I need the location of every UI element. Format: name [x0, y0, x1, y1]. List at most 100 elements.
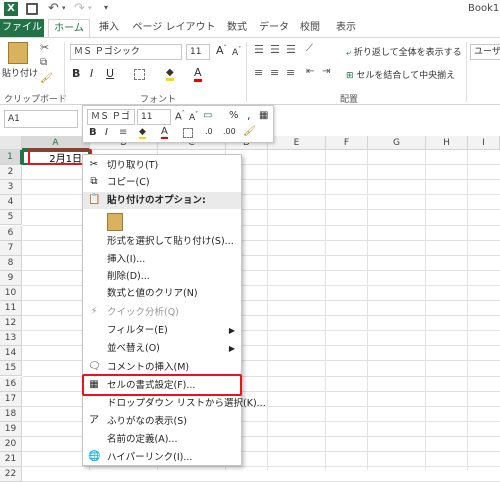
- menu-item-phonetic[interactable]: アふりがなの表示(S): [83, 413, 241, 430]
- tab-page-layout[interactable]: ページ レイアウト: [130, 19, 218, 37]
- row-header-13[interactable]: 13: [0, 331, 22, 347]
- name-box[interactable]: A1: [4, 110, 78, 128]
- row-header-12[interactable]: 12: [0, 316, 22, 332]
- align-top-icon[interactable]: ☰: [254, 43, 264, 56]
- tab-insert[interactable]: 挿入: [93, 19, 125, 37]
- mini-format-painter-icon[interactable]: 🖌: [243, 126, 256, 137]
- row-header-10[interactable]: 10: [0, 285, 22, 301]
- column-header-a[interactable]: A: [22, 136, 90, 150]
- underline-icon[interactable]: U: [106, 67, 114, 80]
- align-left-icon[interactable]: ≡: [254, 66, 263, 79]
- menu-item-cut[interactable]: ✂ 切り取り(T): [83, 157, 241, 174]
- column-header-g[interactable]: G: [368, 136, 426, 150]
- align-center-icon[interactable]: ≡: [270, 66, 279, 79]
- row-header-4[interactable]: 4: [0, 195, 22, 211]
- row-header-3[interactable]: 3: [0, 180, 22, 196]
- border-icon[interactable]: [134, 69, 145, 80]
- tab-data[interactable]: データ: [258, 19, 290, 37]
- row-header-16[interactable]: 16: [0, 376, 22, 392]
- save-icon[interactable]: [26, 3, 38, 15]
- customize-qat-icon[interactable]: ▾: [104, 3, 108, 12]
- menu-item-sort[interactable]: 並べ替え(O) ▶: [83, 340, 241, 357]
- cut-icon[interactable]: ✂: [40, 41, 49, 54]
- row-header-5[interactable]: 5: [0, 210, 22, 226]
- row-header-1[interactable]: 1: [0, 150, 22, 165]
- grow-font-icon[interactable]: A˄: [216, 44, 227, 57]
- row-header-20[interactable]: 20: [0, 436, 22, 452]
- row-header-18[interactable]: 18: [0, 406, 22, 422]
- row-header-7[interactable]: 7: [0, 240, 22, 256]
- column-header-f[interactable]: F: [326, 136, 368, 150]
- font-name-select[interactable]: ＭＳ Ｐゴシック: [70, 44, 182, 60]
- shrink-font-icon[interactable]: A˅: [232, 46, 241, 58]
- row-header-9[interactable]: 9: [0, 270, 22, 286]
- paste-option-clipboard-icon[interactable]: [107, 213, 123, 231]
- tab-home[interactable]: ホーム: [48, 19, 90, 37]
- mini-fill-color-icon[interactable]: ◆: [139, 127, 146, 139]
- mini-comma-icon[interactable]: ,: [247, 109, 251, 122]
- mini-font-name[interactable]: ＭＳ Ｐゴ: [87, 109, 135, 125]
- align-middle-icon[interactable]: ☰: [270, 43, 280, 56]
- mini-increase-decimal-icon[interactable]: .0: [205, 127, 213, 136]
- mini-italic-icon[interactable]: I: [105, 127, 108, 138]
- mini-grow-font-icon[interactable]: A˄: [175, 110, 185, 122]
- mini-number-format-icon[interactable]: ▭: [203, 110, 212, 121]
- paste-icon[interactable]: [8, 42, 28, 64]
- column-header-h[interactable]: H: [426, 136, 468, 150]
- redo-dropdown-icon[interactable]: ▾: [88, 4, 92, 12]
- mini-border-icon[interactable]: [183, 128, 193, 138]
- menu-item-clear[interactable]: 数式と値のクリア(N): [83, 285, 241, 302]
- mini-font-size[interactable]: 11: [137, 109, 171, 125]
- orientation-icon[interactable]: ⟋: [306, 43, 313, 54]
- undo-dropdown-icon[interactable]: ▾: [62, 4, 66, 12]
- copy-icon[interactable]: ⧉: [40, 57, 47, 68]
- number-format-select[interactable]: ユーザー定: [470, 44, 500, 60]
- menu-item-filter[interactable]: フィルター(E) ▶: [83, 322, 241, 339]
- menu-item-copy[interactable]: ⧉ コピー(C): [83, 174, 241, 191]
- wrap-text-button[interactable]: ⤶ 折り返して全体を表示する: [346, 45, 462, 58]
- select-all-corner[interactable]: [0, 136, 22, 150]
- row-header-22[interactable]: 22: [0, 467, 22, 482]
- format-painter-icon[interactable]: 🖌: [40, 73, 53, 84]
- row-header-14[interactable]: 14: [0, 346, 22, 362]
- tab-view[interactable]: 表示: [332, 19, 360, 37]
- tab-file[interactable]: ファイル: [0, 19, 44, 37]
- fill-color-icon[interactable]: ◆: [166, 67, 174, 81]
- menu-item-paste-special[interactable]: 形式を選択して貼り付け(S)...: [83, 233, 241, 250]
- row-header-21[interactable]: 21: [0, 452, 22, 467]
- mini-font-color-icon[interactable]: A: [161, 126, 168, 139]
- italic-icon[interactable]: I: [90, 67, 93, 80]
- row-header-15[interactable]: 15: [0, 361, 22, 377]
- row-header-6[interactable]: 6: [0, 225, 22, 241]
- column-header-i[interactable]: I: [468, 136, 500, 150]
- redo-icon[interactable]: ↷: [74, 1, 85, 16]
- font-size-select[interactable]: 11: [186, 44, 210, 60]
- font-color-icon[interactable]: A: [194, 66, 202, 82]
- indent-increase-icon[interactable]: ⇥: [322, 66, 330, 77]
- row-header-2[interactable]: 2: [0, 165, 22, 181]
- indent-decrease-icon[interactable]: ⇤: [306, 66, 314, 77]
- column-header-e[interactable]: E: [268, 136, 326, 150]
- mini-percent-icon[interactable]: %: [229, 110, 239, 121]
- align-bottom-icon[interactable]: ☰: [286, 43, 296, 56]
- menu-item-delete[interactable]: 削除(D)...: [83, 268, 241, 285]
- menu-item-hyperlink[interactable]: 🌐 ハイパーリンク(I)...: [83, 449, 241, 466]
- tab-formulas[interactable]: 数式: [222, 19, 252, 37]
- undo-icon[interactable]: ↶: [48, 1, 59, 16]
- mini-align-icon[interactable]: ≡: [119, 127, 127, 138]
- merge-center-button[interactable]: ⊞ セルを結合して中央揃え: [346, 68, 455, 81]
- menu-item-dropdown-pick[interactable]: ドロップダウン リストから選択(K)...: [83, 395, 266, 412]
- bold-icon[interactable]: B: [72, 67, 80, 80]
- row-header-8[interactable]: 8: [0, 255, 22, 271]
- menu-item-define-name[interactable]: 名前の定義(A)...: [83, 431, 241, 448]
- mini-decrease-decimal-icon[interactable]: .00: [223, 127, 236, 136]
- row-header-11[interactable]: 11: [0, 301, 22, 316]
- worksheet-grid[interactable]: A B C D E F G H I 1 2 3 4 5 6 7 8 9 10 11 12 13 14 15 1…: [0, 136, 500, 482]
- mini-shrink-font-icon[interactable]: A˅: [189, 111, 198, 123]
- mini-table-icon[interactable]: ▦: [259, 110, 268, 121]
- row-header-17[interactable]: 17: [0, 391, 22, 407]
- row-header-19[interactable]: 19: [0, 421, 22, 437]
- mini-bold-icon[interactable]: B: [89, 127, 97, 138]
- menu-item-insert[interactable]: 挿入(I)...: [83, 251, 241, 268]
- tab-review[interactable]: 校閲: [296, 19, 324, 37]
